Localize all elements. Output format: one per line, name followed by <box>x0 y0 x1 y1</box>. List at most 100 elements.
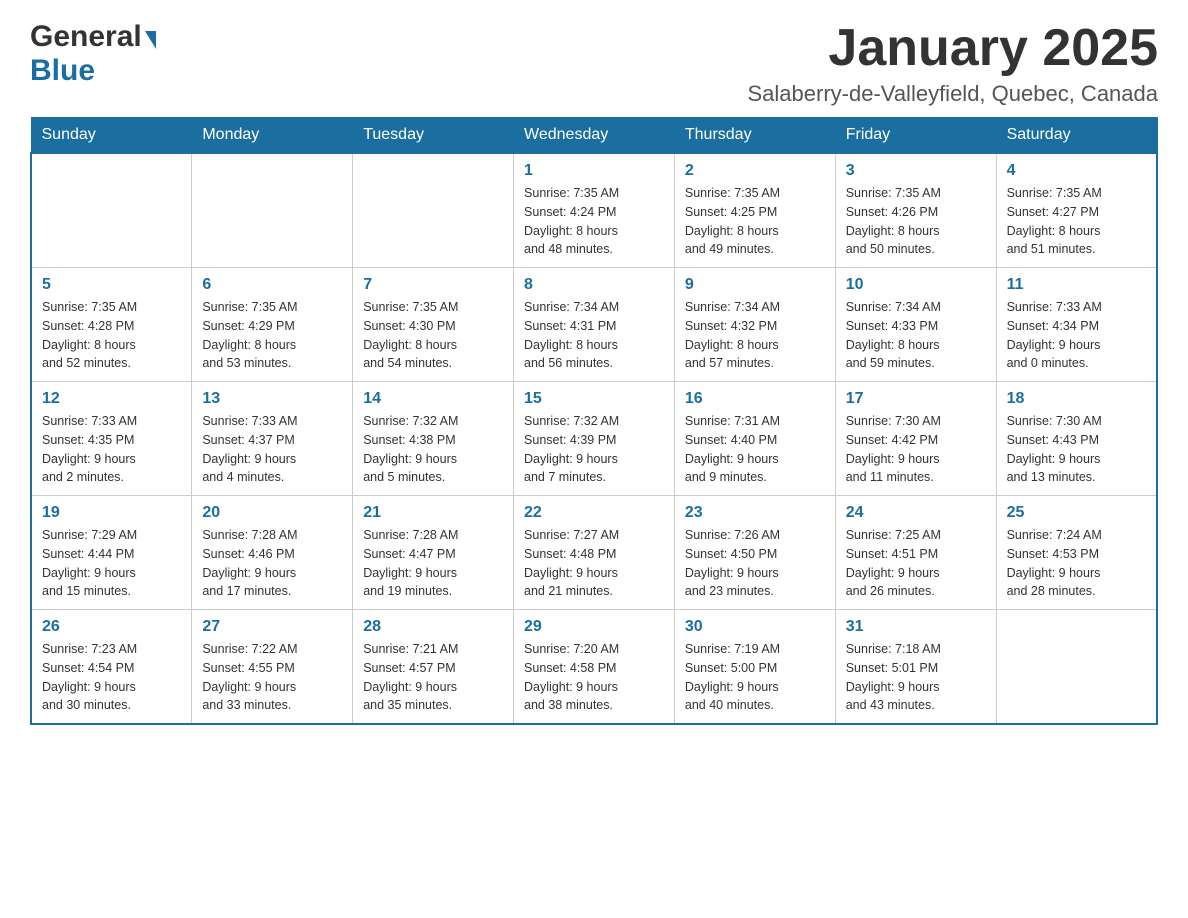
day-info: Sunrise: 7:35 AM Sunset: 4:28 PM Dayligh… <box>42 298 181 373</box>
calendar-cell: 14Sunrise: 7:32 AM Sunset: 4:38 PM Dayli… <box>353 382 514 496</box>
day-number: 25 <box>1007 504 1146 522</box>
weekday-header-wednesday: Wednesday <box>514 118 675 154</box>
calendar-cell: 29 Sunrise: 7:20 AM Sunset: 4:58 PM Dayli… <box>514 610 675 725</box>
month-title: January 2025 <box>748 20 1159 77</box>
calendar-cell: 7 Sunrise: 7:35 AM Sunset: 4:30 PM Daylig… <box>353 268 514 382</box>
day-info: Sunrise: 7:35 AM Sunset: 4:24 PM Dayligh… <box>524 184 664 259</box>
calendar-cell: 19Sunrise: 7:29 AM Sunset: 4:44 PM Dayli… <box>31 496 192 610</box>
weekday-header-monday: Monday <box>192 118 353 154</box>
day-number: 24 <box>846 504 986 522</box>
day-info: Sunrise: 7:18 AM Sunset: 5:01 PM Dayligh… <box>846 640 986 715</box>
day-info: Sunrise: 7:35 AM Sunset: 4:29 PM Dayligh… <box>202 298 342 373</box>
day-number: 13 <box>202 390 342 408</box>
day-number: 15 <box>524 390 664 408</box>
calendar-cell: 18 Sunrise: 7:30 AM Sunset: 4:43 PM Dayli… <box>996 382 1157 496</box>
calendar-cell: 9 Sunrise: 7:34 AM Sunset: 4:32 PM Daylig… <box>674 268 835 382</box>
day-info: Sunrise: 7:19 AM Sunset: 5:00 PM Dayligh… <box>685 640 825 715</box>
day-info: Sunrise: 7:22 AM Sunset: 4:55 PM Dayligh… <box>202 640 342 715</box>
day-info: Sunrise: 7:27 AM Sunset: 4:48 PM Dayligh… <box>524 526 664 601</box>
calendar-week-row: 26 Sunrise: 7:23 AM Sunset: 4:54 PM Dayli… <box>31 610 1157 725</box>
day-info: Sunrise: 7:32 AM Sunset: 4:39 PM Dayligh… <box>524 412 664 487</box>
day-info: Sunrise: 7:30 AM Sunset: 4:43 PM Dayligh… <box>1007 412 1146 487</box>
day-number: 17 <box>846 390 986 408</box>
day-info: Sunrise: 7:34 AM Sunset: 4:33 PM Dayligh… <box>846 298 986 373</box>
day-info: Sunrise: 7:35 AM Sunset: 4:26 PM Dayligh… <box>846 184 986 259</box>
day-number: 28 <box>363 618 503 636</box>
weekday-header-row: SundayMondayTuesdayWednesdayThursdayFrid… <box>31 118 1157 154</box>
calendar-cell: 21 Sunrise: 7:28 AM Sunset: 4:47 PM Dayli… <box>353 496 514 610</box>
calendar-cell: 28 Sunrise: 7:21 AM Sunset: 4:57 PM Dayli… <box>353 610 514 725</box>
calendar-cell: 10 Sunrise: 7:34 AM Sunset: 4:33 PM Dayli… <box>835 268 996 382</box>
day-info: Sunrise: 7:34 AM Sunset: 4:31 PM Dayligh… <box>524 298 664 373</box>
day-info: Sunrise: 7:34 AM Sunset: 4:32 PM Dayligh… <box>685 298 825 373</box>
day-number: 5 <box>42 276 181 294</box>
calendar-cell: 16 Sunrise: 7:31 AM Sunset: 4:40 PM Dayli… <box>674 382 835 496</box>
day-number: 8 <box>524 276 664 294</box>
day-info: Sunrise: 7:33 AM Sunset: 4:37 PM Dayligh… <box>202 412 342 487</box>
calendar-cell <box>353 153 514 268</box>
calendar-week-row: 12 Sunrise: 7:33 AM Sunset: 4:35 PM Dayli… <box>31 382 1157 496</box>
day-number: 7 <box>363 276 503 294</box>
day-number: 23 <box>685 504 825 522</box>
day-info: Sunrise: 7:21 AM Sunset: 4:57 PM Dayligh… <box>363 640 503 715</box>
calendar-week-row: 19Sunrise: 7:29 AM Sunset: 4:44 PM Dayli… <box>31 496 1157 610</box>
day-info: Sunrise: 7:28 AM Sunset: 4:47 PM Dayligh… <box>363 526 503 601</box>
calendar-cell: 24 Sunrise: 7:25 AM Sunset: 4:51 PM Dayli… <box>835 496 996 610</box>
day-number: 31 <box>846 618 986 636</box>
day-number: 30 <box>685 618 825 636</box>
logo-blue-text: Blue <box>30 54 95 87</box>
day-number: 2 <box>685 162 825 180</box>
day-number: 4 <box>1007 162 1146 180</box>
calendar-table: SundayMondayTuesdayWednesdayThursdayFrid… <box>30 117 1158 725</box>
logo-arrow-icon <box>145 31 156 49</box>
day-number: 29 <box>524 618 664 636</box>
day-number: 12 <box>42 390 181 408</box>
calendar-cell: 1Sunrise: 7:35 AM Sunset: 4:24 PM Daylig… <box>514 153 675 268</box>
day-info: Sunrise: 7:23 AM Sunset: 4:54 PM Dayligh… <box>42 640 181 715</box>
day-number: 16 <box>685 390 825 408</box>
day-info: Sunrise: 7:32 AM Sunset: 4:38 PM Dayligh… <box>363 412 503 487</box>
weekday-header-friday: Friday <box>835 118 996 154</box>
calendar-cell: 5 Sunrise: 7:35 AM Sunset: 4:28 PM Daylig… <box>31 268 192 382</box>
page-header: General Blue January 2025 Salaberry-de-V… <box>30 20 1158 107</box>
weekday-header-sunday: Sunday <box>31 118 192 154</box>
calendar-cell: 27Sunrise: 7:22 AM Sunset: 4:55 PM Dayli… <box>192 610 353 725</box>
weekday-header-tuesday: Tuesday <box>353 118 514 154</box>
day-number: 21 <box>363 504 503 522</box>
calendar-cell: 25Sunrise: 7:24 AM Sunset: 4:53 PM Dayli… <box>996 496 1157 610</box>
calendar-cell: 3 Sunrise: 7:35 AM Sunset: 4:26 PM Daylig… <box>835 153 996 268</box>
day-number: 3 <box>846 162 986 180</box>
calendar-cell <box>996 610 1157 725</box>
day-info: Sunrise: 7:30 AM Sunset: 4:42 PM Dayligh… <box>846 412 986 487</box>
calendar-cell: 12 Sunrise: 7:33 AM Sunset: 4:35 PM Dayli… <box>31 382 192 496</box>
location-subtitle: Salaberry-de-Valleyfield, Quebec, Canada <box>748 81 1159 107</box>
calendar-cell: 31 Sunrise: 7:18 AM Sunset: 5:01 PM Dayli… <box>835 610 996 725</box>
day-number: 26 <box>42 618 181 636</box>
calendar-week-row: 1Sunrise: 7:35 AM Sunset: 4:24 PM Daylig… <box>31 153 1157 268</box>
day-number: 22 <box>524 504 664 522</box>
calendar-cell: 26 Sunrise: 7:23 AM Sunset: 4:54 PM Dayli… <box>31 610 192 725</box>
calendar-cell: 6Sunrise: 7:35 AM Sunset: 4:29 PM Daylig… <box>192 268 353 382</box>
day-info: Sunrise: 7:35 AM Sunset: 4:27 PM Dayligh… <box>1007 184 1146 259</box>
weekday-header-saturday: Saturday <box>996 118 1157 154</box>
day-info: Sunrise: 7:26 AM Sunset: 4:50 PM Dayligh… <box>685 526 825 601</box>
day-info: Sunrise: 7:20 AM Sunset: 4:58 PM Dayligh… <box>524 640 664 715</box>
calendar-cell: 11Sunrise: 7:33 AM Sunset: 4:34 PM Dayli… <box>996 268 1157 382</box>
weekday-header-thursday: Thursday <box>674 118 835 154</box>
calendar-cell: 4 Sunrise: 7:35 AM Sunset: 4:27 PM Daylig… <box>996 153 1157 268</box>
day-info: Sunrise: 7:25 AM Sunset: 4:51 PM Dayligh… <box>846 526 986 601</box>
day-number: 19 <box>42 504 181 522</box>
day-info: Sunrise: 7:35 AM Sunset: 4:30 PM Dayligh… <box>363 298 503 373</box>
calendar-cell: 8 Sunrise: 7:34 AM Sunset: 4:31 PM Daylig… <box>514 268 675 382</box>
day-number: 9 <box>685 276 825 294</box>
day-number: 18 <box>1007 390 1146 408</box>
day-info: Sunrise: 7:33 AM Sunset: 4:35 PM Dayligh… <box>42 412 181 487</box>
title-block: January 2025 Salaberry-de-Valleyfield, Q… <box>748 20 1159 107</box>
calendar-cell: 13 Sunrise: 7:33 AM Sunset: 4:37 PM Dayli… <box>192 382 353 496</box>
calendar-cell: 2Sunrise: 7:35 AM Sunset: 4:25 PM Daylig… <box>674 153 835 268</box>
calendar-cell: 17 Sunrise: 7:30 AM Sunset: 4:42 PM Dayli… <box>835 382 996 496</box>
calendar-cell <box>31 153 192 268</box>
day-number: 20 <box>202 504 342 522</box>
day-number: 10 <box>846 276 986 294</box>
day-info: Sunrise: 7:31 AM Sunset: 4:40 PM Dayligh… <box>685 412 825 487</box>
